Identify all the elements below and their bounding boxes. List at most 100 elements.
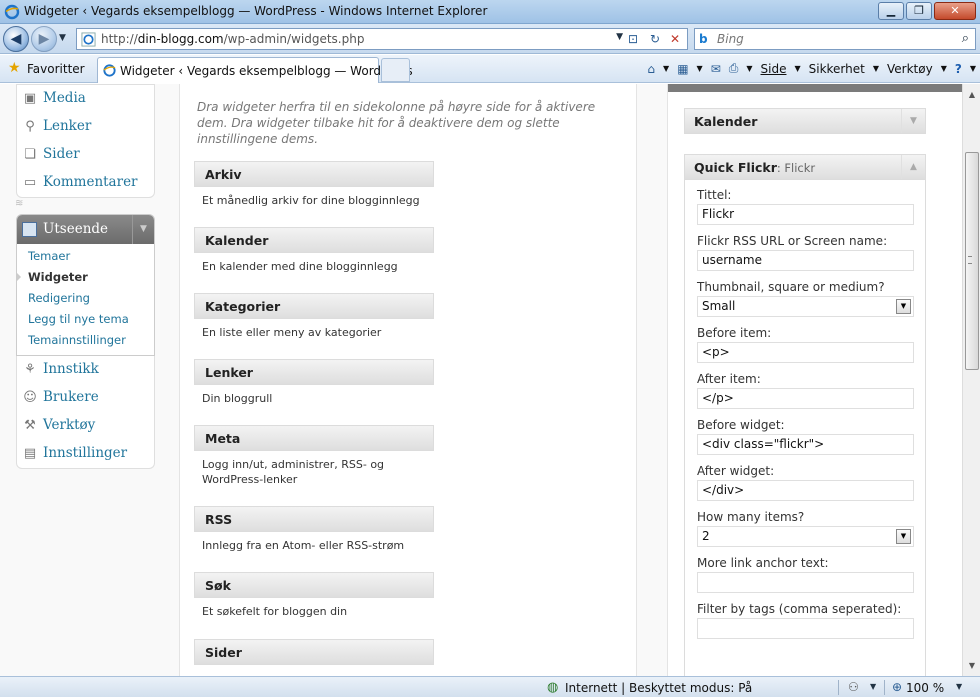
forward-button[interactable]: ▶ [31,26,57,52]
minimize-button[interactable]: ▁ [878,2,904,20]
menu-item-plugins[interactable]: ⚘ Innstikk [17,356,154,384]
submenu-editor[interactable]: Redigering [17,288,154,309]
submenu-add-themes[interactable]: Legg til nye tema [17,309,154,330]
compatibility-icon[interactable]: ⊡ [625,31,641,47]
sidebar-widget-calendar[interactable]: Kalender ▼ [684,108,926,134]
widget-rss[interactable]: RSS Innlegg fra en Atom- eller RSS-strøm [194,506,434,559]
chevron-down-icon[interactable]: ▼ [896,299,911,314]
help-icon[interactable]: ? [955,62,962,76]
appearance-menu-head[interactable]: Utseende ▼ [17,215,154,244]
field-label: Flickr RSS URL or Screen name: [697,234,888,248]
menu-item-settings[interactable]: ▤ Innstillinger [17,440,154,468]
widget-title[interactable]: Arkiv [194,161,434,187]
url-dropdown-icon[interactable]: ▼ [616,32,623,42]
item-count-select[interactable]: 2 ▼ [697,526,914,547]
widget-search[interactable]: Søk Et søkefelt for bloggen din [194,572,434,625]
sidebar-widget-title[interactable]: Kalender ▼ [684,108,926,134]
menu-item-tools[interactable]: ⚒ Verktøy [17,412,154,440]
history-dropdown-icon[interactable]: ▼ [59,33,66,43]
widget-title[interactable]: Meta [194,425,434,451]
before-widget-input[interactable]: <div class="flickr"> [697,434,914,455]
flickr-rss-input[interactable]: username [697,250,914,271]
zoom-dropdown-icon[interactable]: ▼ [956,682,962,691]
page-dropdown-icon[interactable]: ▼ [794,64,800,73]
sidebar-widget-quick-flickr[interactable]: Quick Flickr: Flickr ▲ Tittel: Flickr Fl… [684,154,926,676]
ie-icon [4,4,20,20]
stop-icon[interactable]: ✕ [667,31,683,47]
page-menu[interactable]: Side [761,62,787,76]
browser-tab[interactable]: Widgeter ‹ Vegards eksempelblogg — WordP… [97,57,413,83]
before-item-input[interactable]: <p> [697,342,914,363]
widget-collapse-icon[interactable]: ▲ [901,155,925,179]
print-dropdown-icon[interactable]: ▼ [746,64,752,73]
feeds-icon[interactable]: ▦ [677,62,688,76]
protected-mode-icon[interactable]: ⚇ [848,680,859,694]
scroll-up-icon[interactable]: ▲ [963,86,980,103]
widget-archives[interactable]: Arkiv Et månedlig arkiv for dine bloggin… [194,161,434,214]
tools-dropdown-icon[interactable]: ▼ [941,64,947,73]
widget-description: Et søkefelt for bloggen din [202,605,348,618]
filter-tags-input[interactable] [697,618,914,639]
media-icon: ▣ [23,91,37,106]
widget-title[interactable]: Kategorier [194,293,434,319]
submenu-widgets[interactable]: Widgeter [16,267,154,288]
widget-title[interactable]: RSS [194,506,434,532]
favorites-star-icon[interactable]: ★ [8,60,21,76]
widget-links[interactable]: Lenker Din bloggrull [194,359,434,412]
submenu-theme-settings[interactable]: Temainnstillinger [17,330,154,351]
widget-pages[interactable]: Sider [194,639,434,665]
widget-calendar[interactable]: Kalender En kalender med dine blogginnle… [194,227,434,280]
feeds-dropdown-icon[interactable]: ▼ [697,64,703,73]
security-zone-status[interactable]: Internett | Beskyttet modus: På [565,681,752,695]
after-widget-input[interactable]: </div> [697,480,914,501]
restore-button[interactable]: ❐ [906,2,932,20]
widget-title[interactable]: Søk [194,572,434,598]
safety-menu[interactable]: Sikkerhet [809,62,865,76]
print-icon[interactable]: ⎙ [729,61,739,76]
menu-item-media[interactable]: ▣ Media [17,85,154,113]
widget-title[interactable]: Lenker [194,359,434,385]
chevron-down-icon[interactable]: ▼ [896,529,911,544]
zoom-icon[interactable]: ⊕ [892,680,902,694]
widget-title[interactable]: Kalender [194,227,434,253]
title-input[interactable]: Flickr [697,204,914,225]
search-input[interactable]: b Bing ⌕ [694,28,976,50]
back-button[interactable]: ◀ [3,26,29,52]
zoom-level[interactable]: 100 % [906,681,944,695]
thumbnail-size-select[interactable]: Small ▼ [697,296,914,317]
menu-item-comments[interactable]: ▭ Kommentarer [17,169,154,197]
scroll-down-icon[interactable]: ▼ [963,657,980,674]
close-button[interactable]: ✕ [934,2,976,20]
widget-categories[interactable]: Kategorier En liste eller meny av katego… [194,293,434,346]
favorites-button[interactable]: Favoritter [27,62,85,76]
new-tab-button[interactable] [381,58,410,82]
widget-title[interactable]: Sider [194,639,434,665]
safety-dropdown-icon[interactable]: ▼ [873,64,879,73]
widget-meta[interactable]: Meta Logg inn/ut, administrer, RSS- og W… [194,425,434,493]
status-bar: ◍ Internett | Beskyttet modus: På ⚇ ▼ ⊕ … [0,676,980,697]
tools-menu[interactable]: Verktøy [887,62,933,76]
menu-item-links[interactable]: ⚲ Lenker [17,113,154,141]
appearance-toggle-icon[interactable]: ▼ [132,215,154,244]
help-dropdown-icon[interactable]: ▼ [970,64,976,73]
vertical-scrollbar[interactable]: ▲ ▼ [962,84,980,676]
submenu-themes[interactable]: Temaer [17,246,154,267]
url-input[interactable]: http://din-blogg.com/wp-admin/widgets.ph… [76,28,688,50]
mail-icon[interactable]: ✉ [711,62,721,76]
home-dropdown-icon[interactable]: ▼ [663,64,669,73]
field-label: Filter by tags (comma seperated): [697,602,902,616]
home-icon[interactable]: ⌂ [647,62,655,76]
refresh-icon[interactable]: ↻ [647,31,663,47]
settings-icon: ▤ [23,446,37,461]
menu-item-pages[interactable]: ❏ Sider [17,141,154,169]
widget-expand-icon[interactable]: ▼ [901,109,925,133]
search-icon[interactable]: ⌕ [962,31,969,46]
page-favicon-icon [81,32,96,47]
sidebar-widget-title[interactable]: Quick Flickr: Flickr ▲ [684,154,926,180]
menu-item-users[interactable]: ☺ Brukere [17,384,154,412]
internet-zone-icon: ◍ [547,680,559,695]
after-item-input[interactable]: </p> [697,388,914,409]
more-link-input[interactable] [697,572,914,593]
protected-mode-dropdown-icon[interactable]: ▼ [870,682,876,691]
widget-description: Et månedlig arkiv for dine blogginnlegg [202,194,420,207]
